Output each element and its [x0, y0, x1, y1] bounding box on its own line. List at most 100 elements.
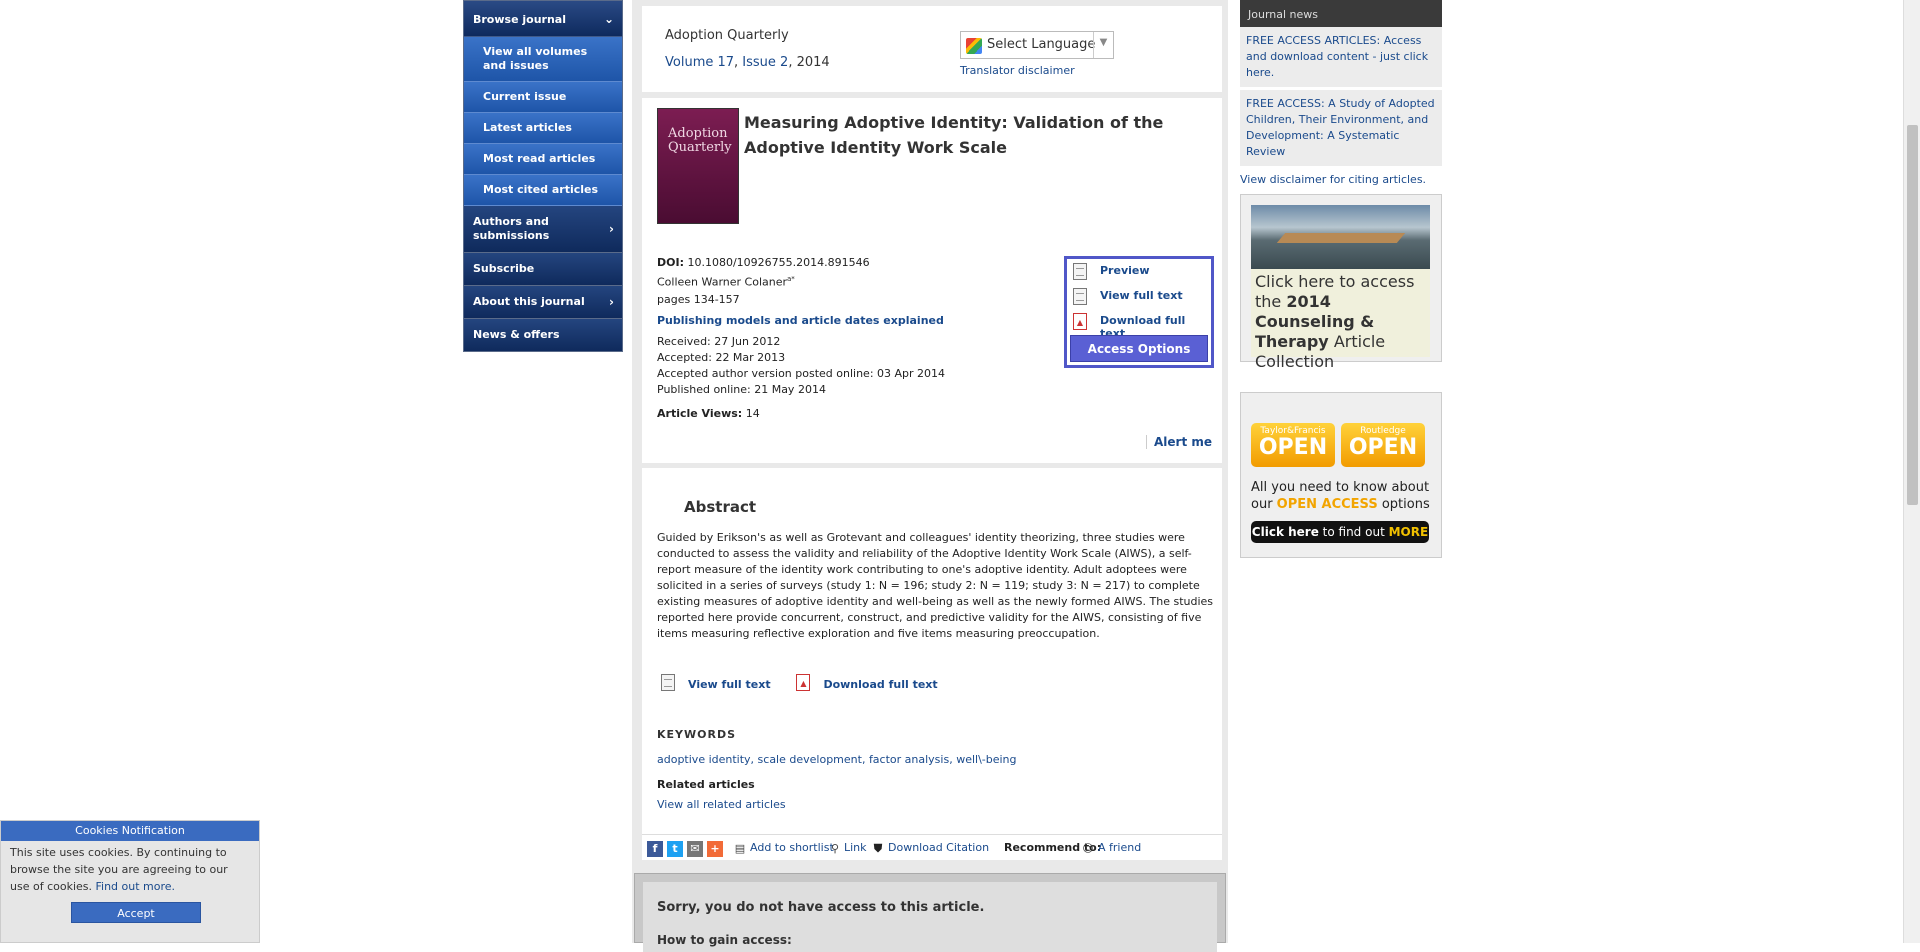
news-item-adopted-children[interactable]: FREE ACCESS: A Study of Adopted Children… — [1240, 90, 1442, 169]
scrollbar-thumb[interactable] — [1907, 125, 1918, 505]
routledge-open-logo: Routledge OPEN — [1341, 423, 1425, 467]
related-articles-heading: Related articles — [657, 778, 755, 791]
abstract-heading: Abstract — [684, 498, 757, 516]
journal-news-heading: Journal news — [1240, 0, 1442, 27]
abstract-download-full-text[interactable]: Download full text — [823, 678, 937, 691]
citing-disclaimer-link[interactable]: View disclaimer for citing articles. — [1240, 169, 1442, 190]
keywords-links[interactable]: adoptive identity, scale development, fa… — [657, 753, 1017, 766]
main-content: Adoption Quarterly Volume 17, Issue 2, 2… — [632, 0, 1228, 952]
facebook-icon[interactable]: f — [647, 841, 663, 857]
abstract-view-full-text[interactable]: View full text — [688, 678, 771, 691]
counseling-collection-ad[interactable]: Click here to access the 2014 Counseling… — [1240, 194, 1442, 371]
nav-authors-label: Authors and submissions — [473, 215, 550, 242]
document-icon — [1073, 263, 1087, 280]
cookie-text: This site uses cookies. By continuing to… — [10, 846, 228, 893]
open-access-ad[interactable]: Taylor&Francis OPEN Routledge OPEN All you… — [1240, 392, 1442, 558]
cover-title: Adoption Quarterly — [668, 126, 732, 155]
gain-access-heading: How to gain access: — [657, 933, 792, 947]
journal-cover-image: Adoption Quarterly — [657, 108, 739, 224]
addthis-plus-icon[interactable]: + — [707, 841, 723, 857]
dropdown-arrow-icon: ▼ — [1093, 32, 1113, 58]
keywords-heading: KEYWORDS — [657, 728, 737, 741]
language-select-value: Select Language — [987, 37, 1096, 52]
printer-icon: ▤ — [734, 842, 746, 855]
document-icon — [661, 674, 675, 691]
abstract-fulltext-links: View full text ▲ Download full text — [657, 674, 956, 691]
abstract-section: Abstract Guided by Erikson's as well as … — [642, 468, 1222, 834]
shield-icon: ⛊ — [873, 842, 883, 855]
language-select[interactable]: Select Language ▼ — [960, 31, 1114, 59]
views-count: 14 — [745, 407, 760, 420]
twitter-icon[interactable]: t — [667, 841, 683, 857]
nav-most-read-articles[interactable]: Most read articles — [464, 144, 622, 175]
link-icon: ⚲ — [830, 842, 840, 855]
preview-link[interactable]: Preview — [1067, 259, 1211, 284]
abstract-text: Guided by Erikson's as well as Grotevant… — [657, 531, 1214, 640]
article-views: Article Views: 14 — [657, 407, 760, 420]
taylor-francis-open-logo: Taylor&Francis OPEN — [1251, 423, 1335, 467]
open-access-find-out-button[interactable]: Click here to find out MORE — [1251, 521, 1429, 543]
nav-subscribe[interactable]: Subscribe — [464, 253, 622, 286]
right-sidebar: Journal news FREE ACCESS ARTICLES: Acces… — [1240, 0, 1442, 558]
views-label: Article Views: — [657, 407, 743, 420]
nav-view-all-volumes[interactable]: View all volumes and issues — [464, 37, 622, 82]
nav-most-cited-articles[interactable]: Most cited articles — [464, 175, 622, 206]
nav-about-journal[interactable]: About this journal › — [464, 286, 622, 319]
translator-disclaimer-link[interactable]: Translator disclaimer — [960, 64, 1075, 77]
no-access-notice: Sorry, you do not have access to this ar… — [634, 873, 1226, 952]
nav-browse-journal[interactable]: Browse journal ⌄ — [464, 1, 622, 37]
received-date: Received: 27 Jun 2012 — [657, 335, 781, 348]
access-options-box: Preview View full text ▲ Download full t… — [1064, 256, 1214, 368]
open-access-ad-text: All you need to know about our OPEN ACCE… — [1251, 480, 1430, 512]
page-scrollbar[interactable] — [1903, 0, 1920, 943]
article-dates: Received: 27 Jun 2012 Accepted: 22 Mar 2… — [657, 334, 945, 398]
author-affiliation-mark: a* — [787, 275, 795, 283]
author-link[interactable]: Colleen Warner Colaner — [657, 276, 787, 289]
google-translate-icon — [966, 38, 982, 54]
view-full-text-link[interactable]: View full text — [1067, 284, 1211, 309]
article-info: Adoption Quarterly Measuring Adoptive Id… — [642, 98, 1222, 463]
view-full-text-label[interactable]: View full text — [1100, 289, 1183, 302]
add-to-shortlist-link[interactable]: Add to shortlist — [750, 841, 834, 854]
preview-label[interactable]: Preview — [1100, 264, 1150, 277]
article-meta: DOI: 10.1080/10926755.2014.891546 Collee… — [657, 254, 1057, 308]
posted-date: Accepted author version posted online: 0… — [657, 367, 946, 380]
friend-icon: ☺ — [1082, 842, 1094, 855]
volume-issue: Volume 17, Issue 2, 2014 — [665, 55, 830, 70]
publishing-models-link[interactable]: Publishing models and article dates expl… — [657, 314, 944, 327]
view-related-articles-link[interactable]: View all related articles — [657, 798, 786, 811]
journal-title: Adoption Quarterly — [665, 28, 789, 43]
news-item-free-access[interactable]: FREE ACCESS ARTICLES: Access and downloa… — [1240, 27, 1442, 90]
no-access-title: Sorry, you do not have access to this ar… — [657, 900, 985, 915]
counseling-ad-text: Click here to access the 2014 Counseling… — [1251, 269, 1430, 371]
nav-authors-submissions[interactable]: Authors and submissions › — [464, 206, 622, 253]
chevron-down-icon: ⌄ — [603, 11, 614, 26]
nav-news-offers[interactable]: News & offers — [464, 319, 622, 351]
page-range: pages 134-157 — [657, 292, 740, 306]
volume-link[interactable]: Volume 17 — [665, 55, 734, 70]
document-icon — [1073, 288, 1087, 305]
chevron-right-icon: › — [609, 295, 614, 309]
article-title: Measuring Adoptive Identity: Validation … — [744, 113, 1164, 157]
download-full-text-link[interactable]: ▲ Download full text — [1067, 309, 1211, 340]
nav-latest-articles[interactable]: Latest articles — [464, 113, 622, 144]
email-icon[interactable]: ✉ — [687, 841, 703, 857]
alert-me-link[interactable]: Alert me — [1145, 435, 1212, 449]
access-options-button[interactable]: Access Options — [1070, 335, 1208, 362]
issue-link[interactable]: Issue 2 — [742, 55, 788, 70]
journal-header: Adoption Quarterly Volume 17, Issue 2, 2… — [642, 6, 1222, 92]
share-toolbar: f t ✉ + ▤ Add to shortlist ⚲ Link ⛊ Down… — [642, 834, 1222, 860]
cookie-find-out-more-link[interactable]: Find out more. — [96, 880, 176, 893]
download-citation-link[interactable]: Download Citation — [888, 841, 989, 854]
cookie-accept-button[interactable]: Accept — [71, 902, 201, 923]
nav-browse-label: Browse journal — [473, 13, 566, 26]
bridge-image — [1251, 205, 1430, 269]
pdf-icon: ▲ — [1073, 313, 1087, 330]
accepted-date: Accepted: 22 Mar 2013 — [657, 351, 786, 364]
link-link[interactable]: Link — [844, 841, 867, 854]
recommend-friend-link[interactable]: A friend — [1098, 841, 1141, 854]
cookie-heading: Cookies Notification — [1, 821, 259, 841]
nav-current-issue[interactable]: Current issue — [464, 82, 622, 113]
pdf-icon: ▲ — [796, 674, 811, 691]
cookie-notification: Cookies Notification This site uses cook… — [0, 820, 260, 943]
